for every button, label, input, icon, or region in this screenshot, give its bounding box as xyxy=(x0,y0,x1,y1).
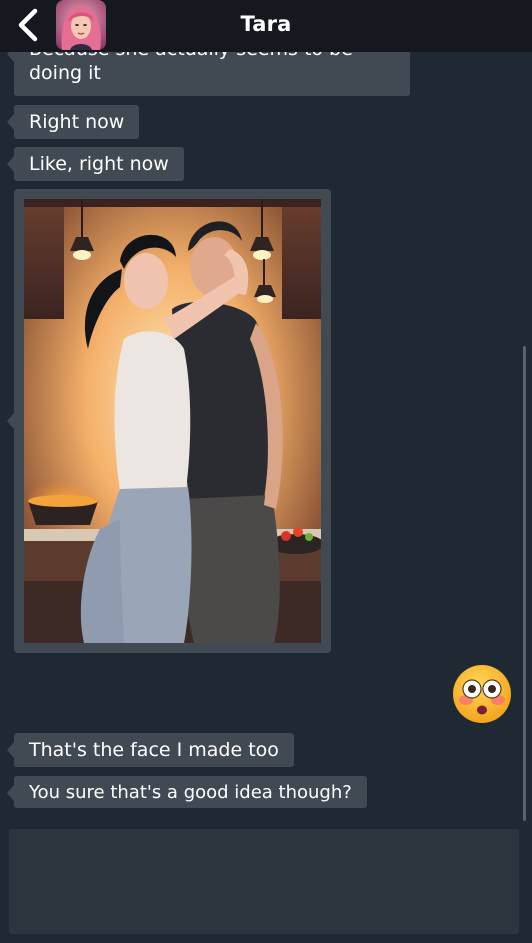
scrollbar[interactable] xyxy=(523,346,526,821)
message-text: You sure that's a good idea though? xyxy=(29,782,352,803)
message-bubble: You sure that's a good idea though? xyxy=(7,776,367,808)
message-text: Right now xyxy=(29,111,125,133)
chat-screen: Tara Because she actually seems to be do… xyxy=(0,0,532,943)
message-bubble: That's the face I made too xyxy=(7,733,294,767)
flushed-face-icon xyxy=(453,665,511,723)
chat-title: Tara xyxy=(240,12,292,36)
message-bubble: Like, right now xyxy=(7,147,184,181)
shared-image[interactable] xyxy=(24,199,321,643)
message-bubble: Right now xyxy=(6,105,140,139)
chat-header: Tara xyxy=(0,0,532,52)
image-message[interactable] xyxy=(7,189,331,653)
message-text: Like, right now xyxy=(29,153,169,175)
emoji-message xyxy=(452,664,512,724)
message-input[interactable] xyxy=(9,829,519,934)
message-text: That's the face I made too xyxy=(29,739,279,761)
